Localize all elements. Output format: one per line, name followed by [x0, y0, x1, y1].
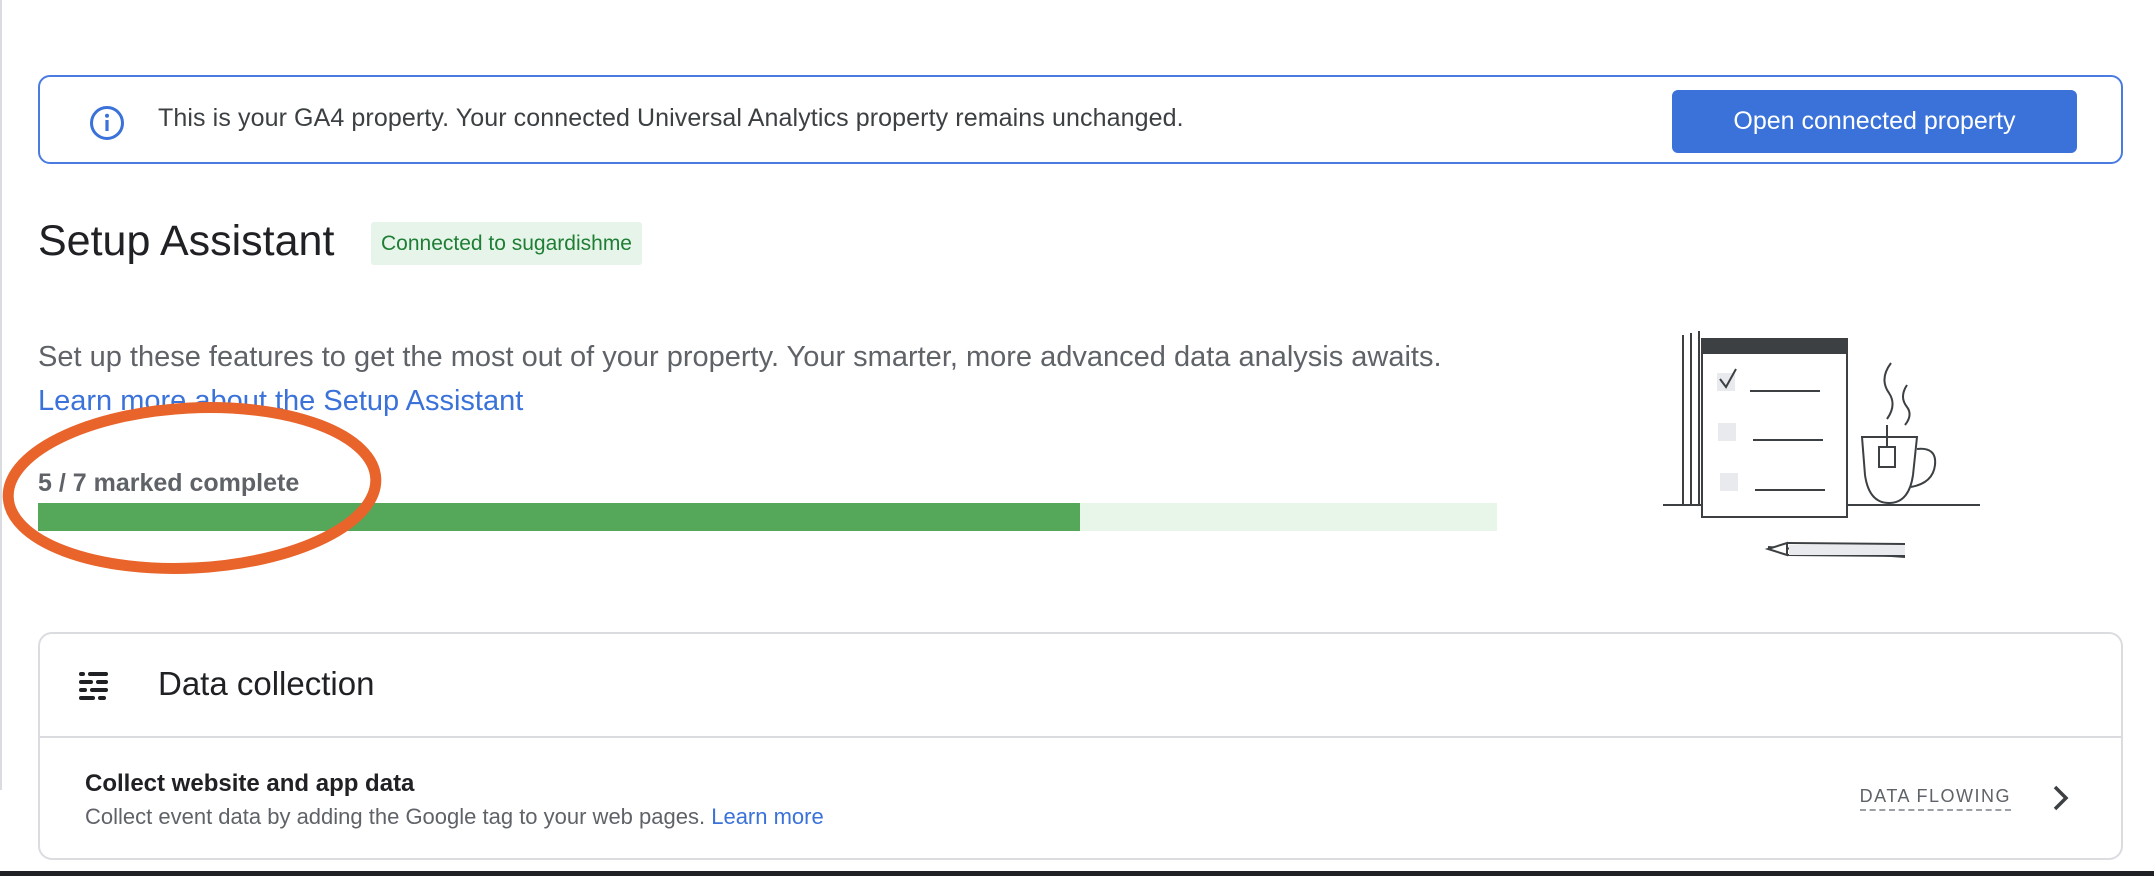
progress-label: 5 / 7 marked complete [38, 469, 300, 497]
left-divider [0, 0, 2, 790]
progress-bar [38, 503, 1497, 531]
data-flowing-status[interactable]: DATA FLOWING [1859, 786, 2011, 811]
learn-more-link[interactable]: Learn more [711, 804, 824, 829]
intro-text: Set up these features to get the most ou… [38, 341, 1442, 373]
progress-bar-fill [38, 503, 1081, 531]
bottom-divider [0, 871, 2154, 876]
data-collection-title: Data collection [158, 665, 375, 702]
page-title: Setup Assistant [38, 217, 335, 265]
row-description: Collect event data by adding the Google … [85, 804, 824, 830]
list-item-collect-website-and-app-data[interactable]: Collect website and app data Collect eve… [40, 738, 2121, 858]
data-collection-header: Data collection [40, 634, 2121, 738]
checklist-and-coffee-illustration [1663, 331, 1980, 558]
info-icon [90, 106, 124, 140]
chevron-right-icon[interactable] [2049, 780, 2073, 816]
info-banner: This is your GA4 property. Your connecte… [38, 75, 2123, 164]
row-title: Collect website and app data [85, 770, 415, 797]
data-collection-icon [79, 672, 108, 700]
setup-assistant-page: This is your GA4 property. Your connecte… [0, 0, 2154, 876]
intro-description: Set up these features to get the most ou… [38, 335, 1518, 423]
data-collection-card: Data collection Collect website and app … [38, 632, 2123, 860]
connection-status-chip: Connected to sugardishme [371, 222, 642, 265]
learn-more-setup-assistant-link[interactable]: Learn more about the Setup Assistant [38, 385, 523, 417]
banner-message: This is your GA4 property. Your connecte… [158, 104, 1184, 132]
open-connected-property-button[interactable]: Open connected property [1672, 90, 2077, 153]
row-description-text: Collect event data by adding the Google … [85, 804, 706, 829]
